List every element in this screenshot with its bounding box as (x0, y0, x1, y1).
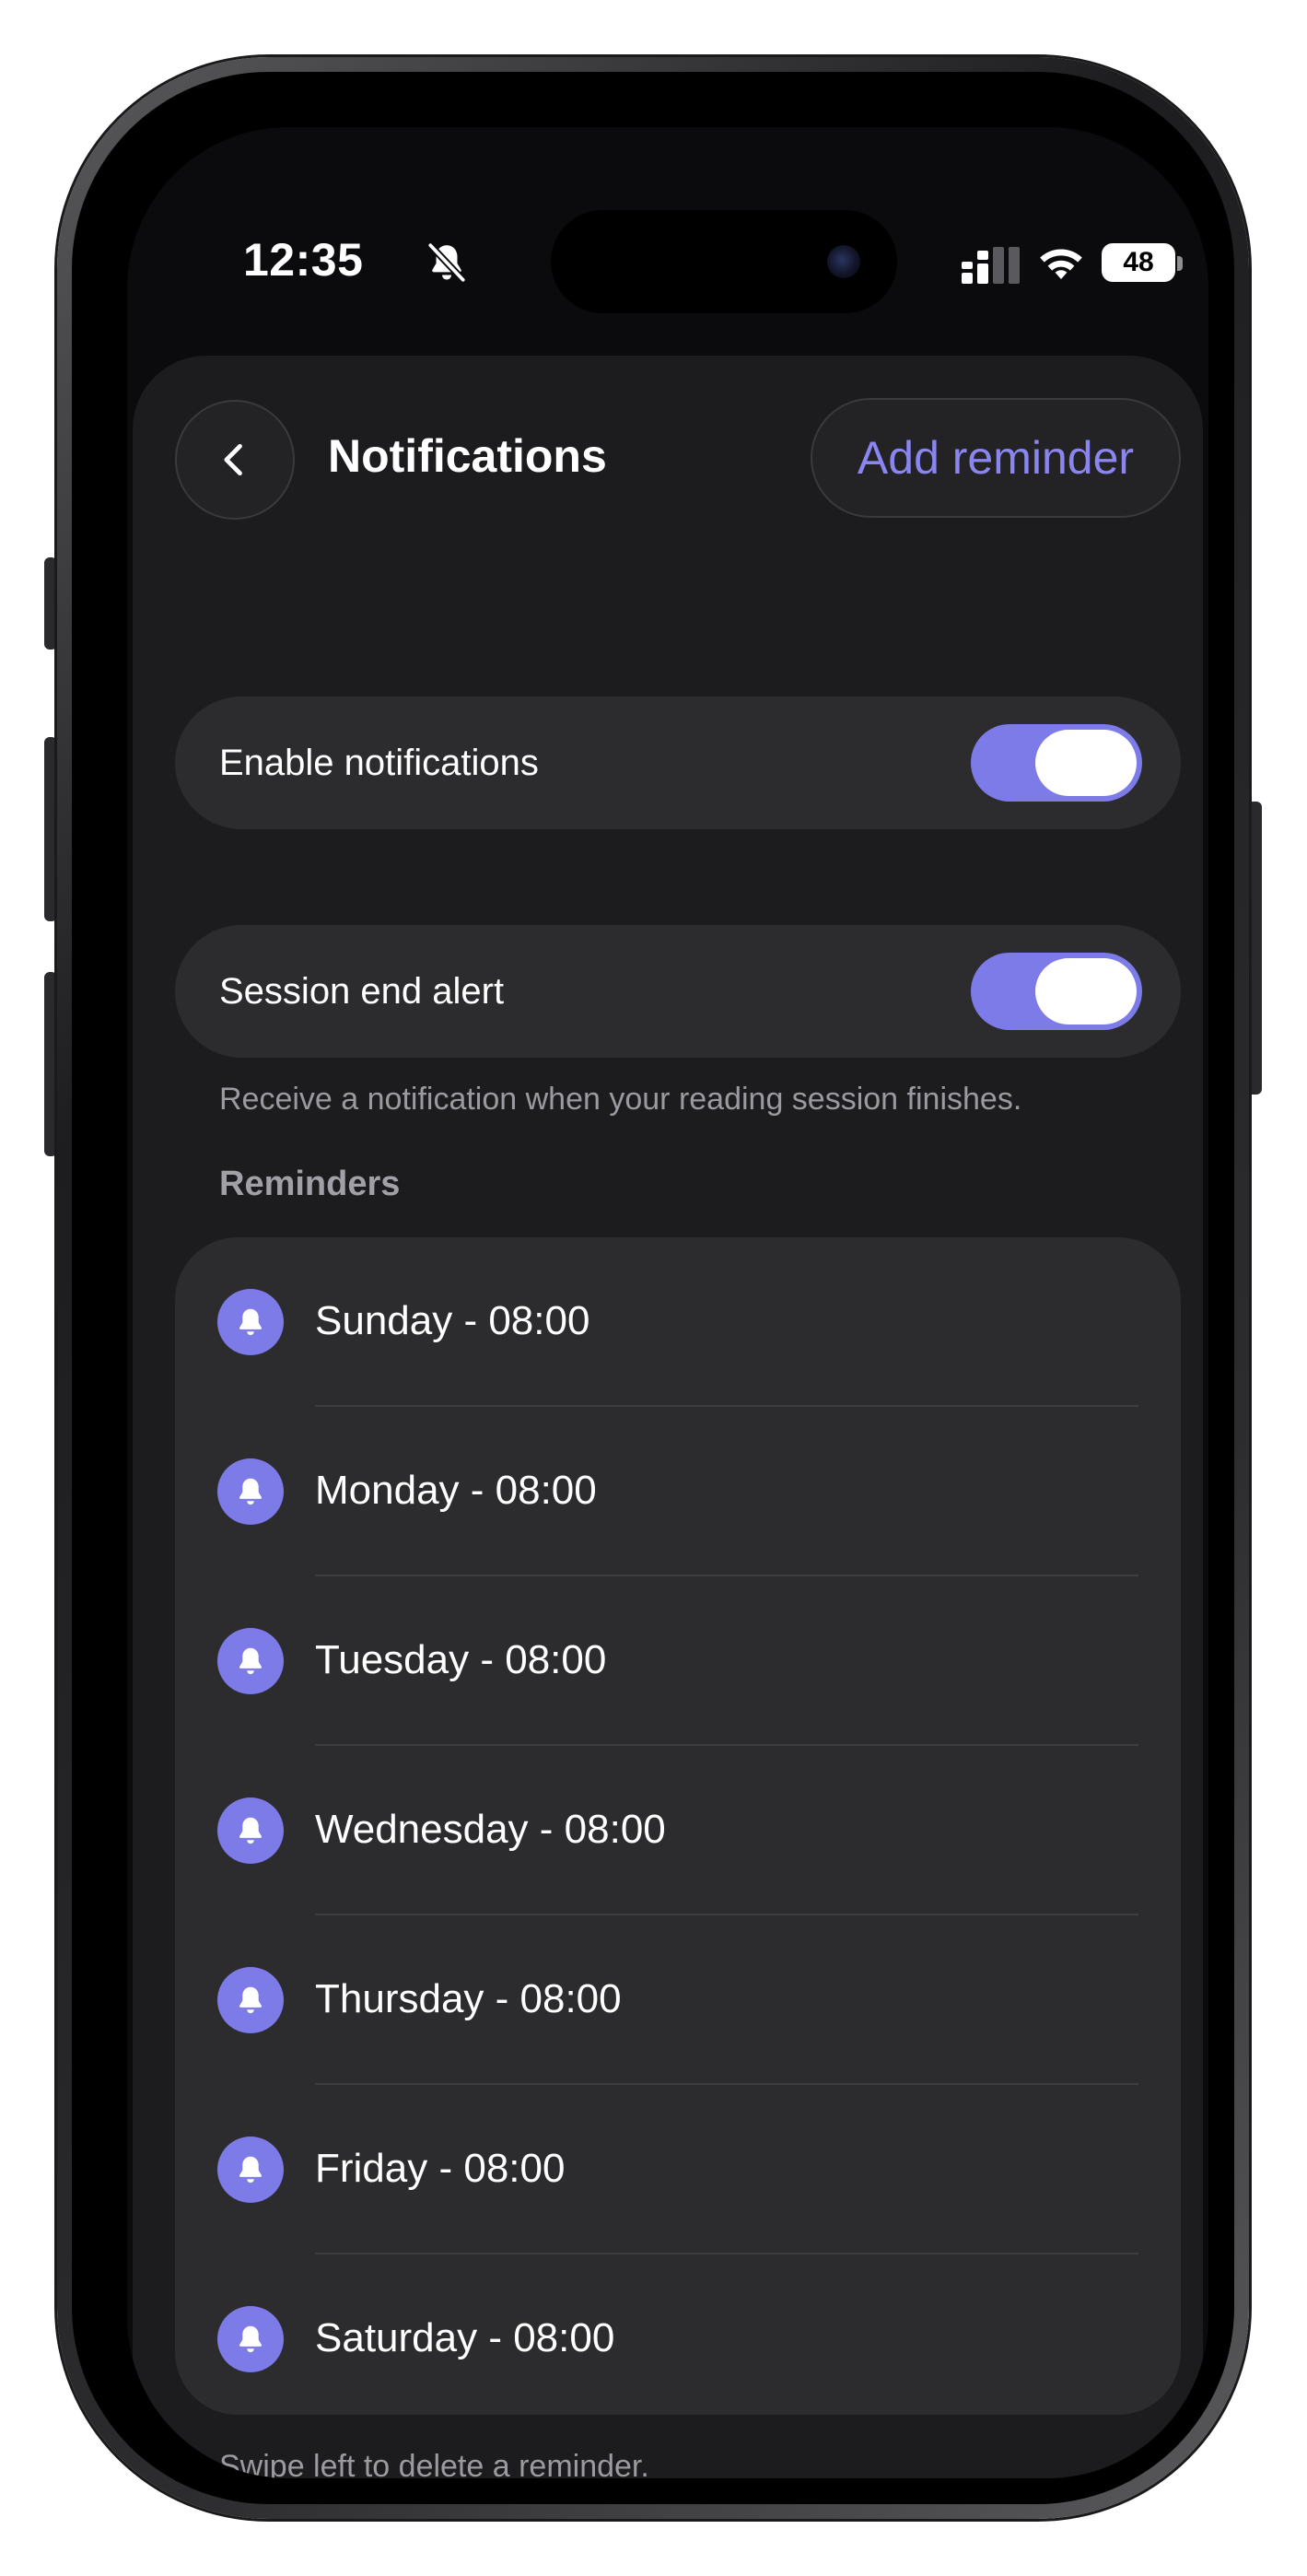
back-button[interactable] (175, 400, 295, 520)
bell-slash-icon (426, 241, 467, 284)
bell-icon (217, 1289, 284, 1355)
power-button (1247, 802, 1262, 1095)
reminder-row-saturday[interactable]: Saturday - 08:00 (175, 2254, 1181, 2424)
reminder-label: Monday - 08:00 (315, 1468, 597, 1513)
enable-notifications-row: Enable notifications (175, 697, 1181, 829)
reminder-label: Thursday - 08:00 (315, 1976, 622, 2021)
reminder-row-monday[interactable]: Monday - 08:00 (175, 1407, 1181, 1576)
reminder-label: Friday - 08:00 (315, 2146, 566, 2191)
bell-icon (217, 1797, 284, 1864)
battery-icon: 48 (1102, 243, 1175, 282)
session-end-alert-row: Session end alert (175, 925, 1181, 1058)
reminders-section-label: Reminders (219, 1165, 401, 1203)
volume-down-button (44, 972, 57, 1156)
wifi-icon (1040, 249, 1082, 279)
bell-icon (217, 1628, 284, 1694)
screen: 12:35 48 Notifications Add reminder Enab… (127, 127, 1208, 2478)
reminder-label: Wednesday - 08:00 (315, 1807, 666, 1852)
cellular-signal-icon (962, 247, 1020, 284)
reminder-row-wednesday[interactable]: Wednesday - 08:00 (175, 1746, 1181, 1915)
bell-icon (217, 1967, 284, 2033)
reminders-list: Sunday - 08:00 Monday - 08:00 Tuesday - … (175, 1237, 1181, 2415)
reminder-row-thursday[interactable]: Thursday - 08:00 (175, 1915, 1181, 2085)
reminder-label: Tuesday - 08:00 (315, 1637, 607, 1682)
session-end-alert-caption: Receive a notification when your reading… (219, 1082, 1022, 1117)
toggle-knob (1035, 730, 1137, 796)
phone-frame: 12:35 48 Notifications Add reminder Enab… (57, 57, 1249, 2519)
page-title: Notifications (328, 430, 607, 482)
toggle-knob (1035, 958, 1137, 1025)
reminder-row-friday[interactable]: Friday - 08:00 (175, 2085, 1181, 2254)
dynamic-island (551, 210, 897, 313)
reminder-label: Sunday - 08:00 (315, 1298, 590, 1343)
reminder-row-sunday[interactable]: Sunday - 08:00 (175, 1237, 1181, 1407)
reminder-row-tuesday[interactable]: Tuesday - 08:00 (175, 1576, 1181, 1746)
action-button (44, 557, 57, 650)
camera-lens (827, 245, 860, 278)
enable-notifications-toggle[interactable] (971, 724, 1142, 802)
notifications-sheet: Notifications Add reminder Enable notifi… (133, 356, 1203, 2478)
status-time: 12:35 (243, 234, 364, 286)
reminder-label: Saturday - 08:00 (315, 2315, 615, 2360)
bell-icon (217, 1458, 284, 1525)
device-stage: 12:35 48 Notifications Add reminder Enab… (0, 0, 1307, 2576)
session-end-alert-label: Session end alert (219, 971, 505, 1012)
volume-up-button (44, 737, 57, 921)
swipe-hint: Swipe left to delete a reminder. (219, 2449, 649, 2478)
session-end-alert-toggle[interactable] (971, 953, 1142, 1030)
bell-icon (217, 2137, 284, 2203)
phone-bezel: 12:35 48 Notifications Add reminder Enab… (72, 72, 1234, 2504)
battery-tip (1177, 256, 1183, 271)
chevron-left-icon (224, 443, 242, 476)
bell-icon (217, 2306, 284, 2372)
enable-notifications-label: Enable notifications (219, 743, 539, 783)
add-reminder-button[interactable]: Add reminder (811, 398, 1181, 518)
